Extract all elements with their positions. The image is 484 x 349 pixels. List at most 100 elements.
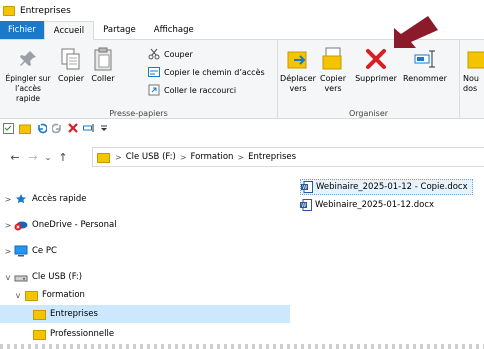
folder-icon: [462, 46, 484, 72]
drive-icon: [14, 271, 28, 283]
word-document-icon: W: [301, 181, 313, 193]
tab-home[interactable]: Accueil: [43, 21, 95, 40]
breadcrumb-drive[interactable]: Cle USB (F:): [126, 152, 176, 162]
cut-label: Couper: [164, 49, 193, 59]
nav-item-formation[interactable]: v Formation: [0, 286, 290, 304]
nav-label: Cle USB (F:): [32, 272, 83, 282]
organize-group: Déplacer vers Copier vers Supprimer Reno…: [278, 40, 460, 119]
delete-icon: [364, 46, 388, 72]
shortcut-icon: [148, 84, 160, 96]
forward-arrow-icon[interactable]: →: [24, 151, 42, 164]
pin-label: Épingler sur l’accès rapide: [5, 74, 51, 103]
organize-group-label: Organiser: [348, 109, 389, 118]
new-folder-label: Nou dos: [463, 74, 479, 93]
folder-icon: [97, 152, 110, 163]
nav-item-onedrive[interactable]: > OneDrive - Personal: [0, 216, 290, 234]
move-to-icon: [286, 46, 310, 72]
navigation-bar: ← → ⌄ ↑ > Cle USB (F:) > Formation > Ent…: [0, 143, 484, 171]
new-folder-icon[interactable]: [19, 123, 31, 134]
tab-share[interactable]: Partage: [94, 21, 145, 39]
quick-access-toolbar: [0, 119, 484, 137]
nav-item-quick-access[interactable]: > Accès rapide: [0, 190, 290, 208]
nav-label: OneDrive - Personal: [32, 220, 117, 230]
redo-icon[interactable]: [52, 123, 63, 134]
new-folder-button[interactable]: Nou dos: [462, 46, 484, 94]
copy-path-label: Copier le chemin d’accès: [164, 67, 265, 77]
star-icon: [14, 193, 28, 205]
rename-label: Renommer: [403, 74, 447, 83]
breadcrumb-separator: >: [115, 152, 122, 162]
folder-icon: [3, 6, 15, 16]
tab-file[interactable]: Fichier: [0, 21, 44, 39]
cloud-icon: [14, 219, 28, 231]
customize-qat-icon[interactable]: [100, 124, 108, 132]
copy-button[interactable]: Copier: [56, 46, 86, 84]
rename-icon[interactable]: [83, 123, 95, 133]
file-item[interactable]: W Webinaire_2025-01-12.docx: [300, 197, 438, 213]
chevron-down-icon[interactable]: v: [2, 273, 14, 282]
nav-item-entreprises[interactable]: Entreprises: [0, 305, 290, 323]
file-item[interactable]: W Webinaire_2025-01-12 - Copie.docx: [300, 179, 473, 195]
delete-icon[interactable]: [68, 123, 78, 133]
breadcrumb-separator: >: [237, 152, 245, 162]
delete-button[interactable]: Supprimer: [353, 46, 399, 84]
chevron-right-icon[interactable]: >: [2, 195, 14, 204]
nav-label: Formation: [42, 290, 85, 300]
rename-button[interactable]: Renommer: [402, 46, 448, 84]
cut-button[interactable]: Couper: [148, 48, 193, 60]
file-name: Webinaire_2025-01-12 - Copie.docx: [316, 182, 468, 192]
paste-icon: [91, 46, 115, 72]
undo-icon[interactable]: [36, 123, 47, 134]
chevron-right-icon[interactable]: >: [2, 221, 14, 230]
scissors-icon: [148, 48, 160, 60]
copy-icon: [59, 46, 83, 72]
breadcrumb-entreprises[interactable]: Entreprises: [248, 152, 296, 162]
file-list: W Webinaire_2025-01-12 - Copie.docx W We…: [290, 171, 484, 349]
path-icon: [148, 66, 160, 78]
chevron-right-icon[interactable]: >: [2, 247, 14, 256]
torn-edge: [0, 344, 484, 349]
nav-label: Professionnelle: [50, 329, 115, 339]
paste-shortcut-label: Coller le raccourci: [164, 85, 237, 95]
clipboard-group: Épingler sur l’accès rapide Copier Colle…: [0, 40, 278, 119]
window-title: Entreprises: [20, 6, 71, 16]
paste-button[interactable]: Coller: [88, 46, 118, 84]
navigation-pane: > Accès rapide > OneDrive - Personal > C…: [0, 171, 290, 349]
move-to-button[interactable]: Déplacer vers: [280, 46, 316, 94]
copy-label: Copier: [58, 74, 84, 83]
breadcrumb-separator: >: [179, 152, 187, 162]
up-arrow-icon[interactable]: ↑: [54, 151, 72, 164]
breadcrumb-formation[interactable]: Formation: [191, 152, 234, 162]
delete-label: Supprimer: [355, 74, 397, 83]
chevron-down-icon[interactable]: v: [12, 291, 24, 300]
copy-path-button[interactable]: Copier le chemin d’accès: [148, 66, 265, 78]
nav-item-this-pc[interactable]: > Ce PC: [0, 242, 290, 260]
address-bar[interactable]: > Cle USB (F:) > Formation > Entreprises: [92, 147, 484, 167]
folder-icon: [32, 328, 46, 340]
nav-item-professionnelle[interactable]: Professionnelle: [0, 325, 290, 343]
svg-text:W: W: [302, 185, 307, 191]
copy-to-label: Copier vers: [320, 74, 346, 93]
copy-to-button[interactable]: Copier vers: [318, 46, 348, 94]
back-arrow-icon[interactable]: ←: [6, 151, 24, 164]
copy-to-icon: [321, 46, 345, 72]
ribbon: Épingler sur l’accès rapide Copier Colle…: [0, 40, 484, 119]
folder-icon: [32, 308, 46, 320]
move-to-label: Déplacer vers: [280, 74, 316, 93]
properties-icon[interactable]: [3, 122, 14, 134]
arrow-annotation-icon: [394, 16, 438, 48]
word-document-icon: W: [300, 199, 312, 211]
nav-label: Accès rapide: [32, 194, 87, 204]
paste-shortcut-button[interactable]: Coller le raccourci: [148, 84, 236, 96]
recent-locations-icon[interactable]: ⌄: [42, 153, 54, 162]
nav-item-usb-drive[interactable]: v Cle USB (F:): [0, 268, 290, 286]
pin-quick-access-button[interactable]: Épingler sur l’accès rapide: [2, 46, 54, 104]
pin-icon: [16, 46, 40, 72]
monitor-icon: [14, 245, 28, 257]
nav-label: Entreprises: [50, 309, 98, 319]
tab-view[interactable]: Affichage: [145, 21, 203, 39]
svg-text:W: W: [301, 203, 306, 209]
folder-icon: [24, 289, 38, 301]
clipboard-group-label: Presse-papiers: [109, 109, 168, 118]
nav-label: Ce PC: [32, 246, 57, 256]
